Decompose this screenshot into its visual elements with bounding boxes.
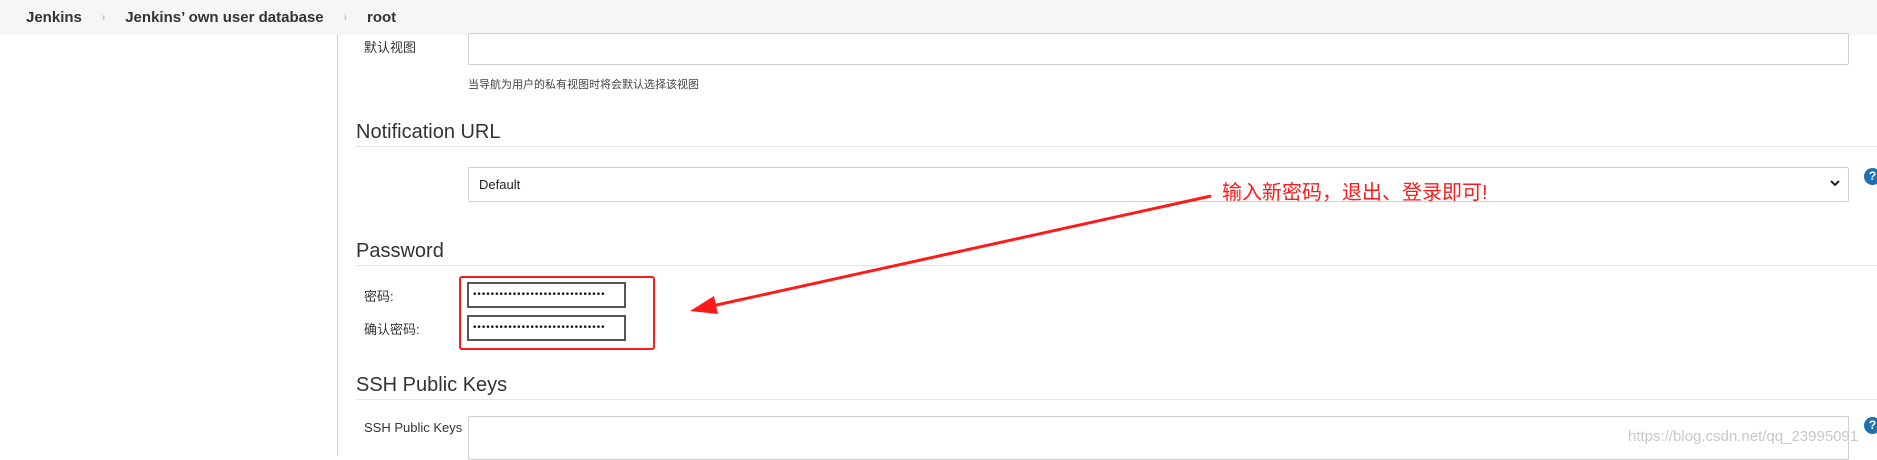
annotation-text: 输入新密码，退出、登录即可!	[1222, 182, 1488, 204]
watermark: https://blog.csdn.net/qq_23995091	[1628, 428, 1859, 445]
annotation-arrow-icon	[690, 194, 1212, 314]
